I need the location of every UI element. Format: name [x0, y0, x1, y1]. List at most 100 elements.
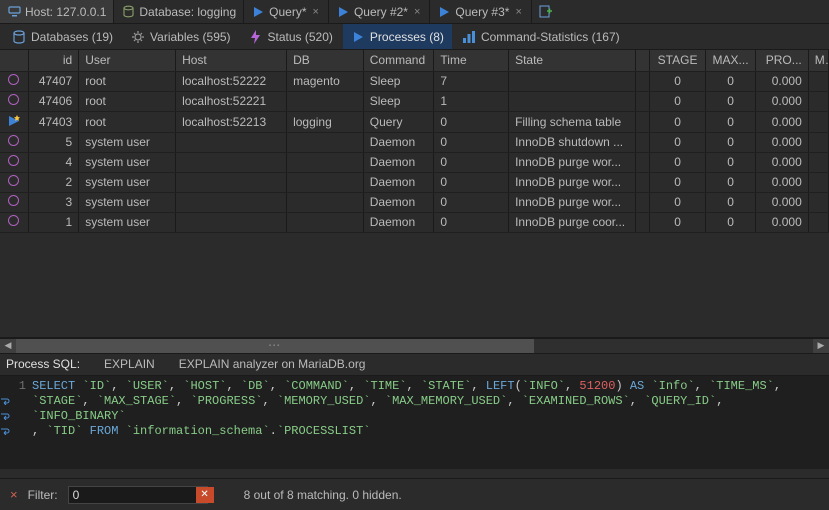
col-state[interactable]: State — [509, 50, 636, 71]
cell-id: 47406 — [28, 91, 78, 111]
tab-database[interactable]: Database: logging — [114, 0, 244, 23]
horizontal-scrollbar[interactable]: ◀ ▪▪▪ ▶ — [0, 338, 829, 354]
cell-pro: 0.000 — [756, 71, 808, 91]
scroll-left-button[interactable]: ◀ — [0, 339, 16, 353]
table-row[interactable]: 3system userDaemon0InnoDB purge wor...00… — [0, 192, 829, 212]
cell-max: 0 — [705, 91, 755, 111]
filter-close-button[interactable]: × — [10, 487, 18, 502]
play-icon — [437, 5, 451, 19]
scroll-right-button[interactable]: ▶ — [813, 339, 829, 353]
cell-max: 0 — [705, 132, 755, 152]
cell-user: system user — [79, 172, 176, 192]
cell-max: 0 — [705, 111, 755, 132]
cell-state: Filling schema table — [509, 111, 636, 132]
cell-time: 0 — [434, 212, 509, 232]
col-id[interactable]: id — [28, 50, 78, 71]
tab-host[interactable]: Host: 127.0.0.1 — [0, 0, 114, 23]
cell-id: 3 — [28, 192, 78, 212]
table-header-row: id User Host DB Command Time State STAGE… — [0, 50, 829, 71]
table-row[interactable]: 47407rootlocalhost:52222magentoSleep7000… — [0, 71, 829, 91]
table-row[interactable]: 5system userDaemon0InnoDB shutdown ...00… — [0, 132, 829, 152]
cell-user: system user — [79, 192, 176, 212]
play-icon — [251, 5, 265, 19]
col-stage[interactable]: STAGE — [650, 50, 706, 71]
new-tab-button[interactable] — [532, 0, 560, 23]
sql-tab-row: Process SQL: EXPLAIN EXPLAIN analyzer on… — [0, 354, 829, 376]
status-circle-icon — [8, 155, 19, 166]
cell-gap — [636, 132, 650, 152]
status-circle-icon — [8, 195, 19, 206]
subtab-status-label: Status (520) — [268, 30, 333, 44]
col-db[interactable]: DB — [287, 50, 364, 71]
subtab-cmdstats-label: Command-Statistics (167) — [481, 30, 620, 44]
editor-code[interactable]: SELECT `ID`, `USER`, `HOST`, `DB`, `COMM… — [32, 379, 823, 451]
cell-user: system user — [79, 152, 176, 172]
filter-bar: × Filter: ✕ 8 out of 8 matching. 0 hidde… — [0, 478, 829, 510]
subtab-processes[interactable]: Processes (8) — [343, 24, 452, 49]
editor-gutter: 1 — [0, 379, 32, 451]
cell-m — [808, 172, 828, 192]
status-circle-icon — [8, 94, 19, 105]
process-table[interactable]: id User Host DB Command Time State STAGE… — [0, 50, 829, 233]
status-circle-icon — [8, 175, 19, 186]
wrap-icon — [0, 395, 10, 410]
table-row[interactable]: 4system userDaemon0InnoDB purge wor...00… — [0, 152, 829, 172]
cell-max: 0 — [705, 192, 755, 212]
cell-command: Daemon — [363, 152, 434, 172]
sql-tab-process[interactable]: Process SQL: — [6, 357, 80, 371]
sql-editor[interactable]: 1 SELECT `ID`, `USER`, `HOST`, `DB`, `CO… — [0, 376, 829, 454]
line-number: 1 — [19, 379, 26, 393]
subtab-variables[interactable]: Variables (595) — [123, 24, 238, 49]
close-icon[interactable]: × — [412, 6, 422, 18]
col-pro[interactable]: PRO... — [756, 50, 808, 71]
table-row[interactable]: 2system userDaemon0InnoDB purge wor...00… — [0, 172, 829, 192]
tab-query1[interactable]: Query* × — [244, 0, 329, 23]
cell-db — [287, 91, 364, 111]
cell-db: logging — [287, 111, 364, 132]
col-user[interactable]: User — [79, 50, 176, 71]
table-row[interactable]: 47406rootlocalhost:52221Sleep1000.000 — [0, 91, 829, 111]
subtab-status[interactable]: Status (520) — [241, 24, 341, 49]
subtab-processes-label: Processes (8) — [370, 30, 444, 44]
subtab-cmdstats[interactable]: Command-Statistics (167) — [454, 24, 628, 49]
col-host[interactable]: Host — [176, 50, 287, 71]
cell-gap — [636, 111, 650, 132]
cell-db — [287, 132, 364, 152]
close-icon[interactable]: × — [311, 6, 321, 18]
col-max[interactable]: MAX... — [705, 50, 755, 71]
close-icon[interactable]: × — [513, 6, 523, 18]
tab-query2[interactable]: Query #2* × — [329, 0, 430, 23]
cell-max: 0 — [705, 71, 755, 91]
cell-command: Sleep — [363, 91, 434, 111]
cell-command: Daemon — [363, 212, 434, 232]
scroll-thumb[interactable]: ▪▪▪ — [16, 339, 534, 353]
cell-pro: 0.000 — [756, 91, 808, 111]
scroll-track[interactable]: ▪▪▪ — [16, 339, 813, 353]
filter-input[interactable] — [68, 486, 208, 504]
active-row-icon — [8, 114, 19, 125]
sql-tab-explain[interactable]: EXPLAIN — [104, 357, 155, 371]
tab-query3[interactable]: Query #3* × — [430, 0, 531, 23]
cell-gap — [636, 212, 650, 232]
cell-m — [808, 212, 828, 232]
process-grid: id User Host DB Command Time State STAGE… — [0, 50, 829, 233]
database-icon — [12, 30, 26, 44]
cell-time: 0 — [434, 192, 509, 212]
cell-stage: 0 — [650, 212, 706, 232]
table-row[interactable]: 1system userDaemon0InnoDB purge coor...0… — [0, 212, 829, 232]
subtab-databases[interactable]: Databases (19) — [4, 24, 121, 49]
col-m[interactable]: M — [808, 50, 828, 71]
table-row[interactable]: 47403rootlocalhost:52213loggingQuery0Fil… — [0, 111, 829, 132]
cell-db — [287, 212, 364, 232]
cell-state: InnoDB purge coor... — [509, 212, 636, 232]
cell-db: magento — [287, 71, 364, 91]
col-time[interactable]: Time — [434, 50, 509, 71]
cell-pro: 0.000 — [756, 172, 808, 192]
play-icon — [351, 30, 365, 44]
sql-tab-analyzer[interactable]: EXPLAIN analyzer on MariaDB.org — [179, 357, 366, 371]
filter-clear-button[interactable]: ✕ — [196, 487, 214, 503]
col-icon[interactable] — [0, 50, 28, 71]
cell-user: root — [79, 111, 176, 132]
col-gap[interactable] — [636, 50, 650, 71]
col-command[interactable]: Command — [363, 50, 434, 71]
